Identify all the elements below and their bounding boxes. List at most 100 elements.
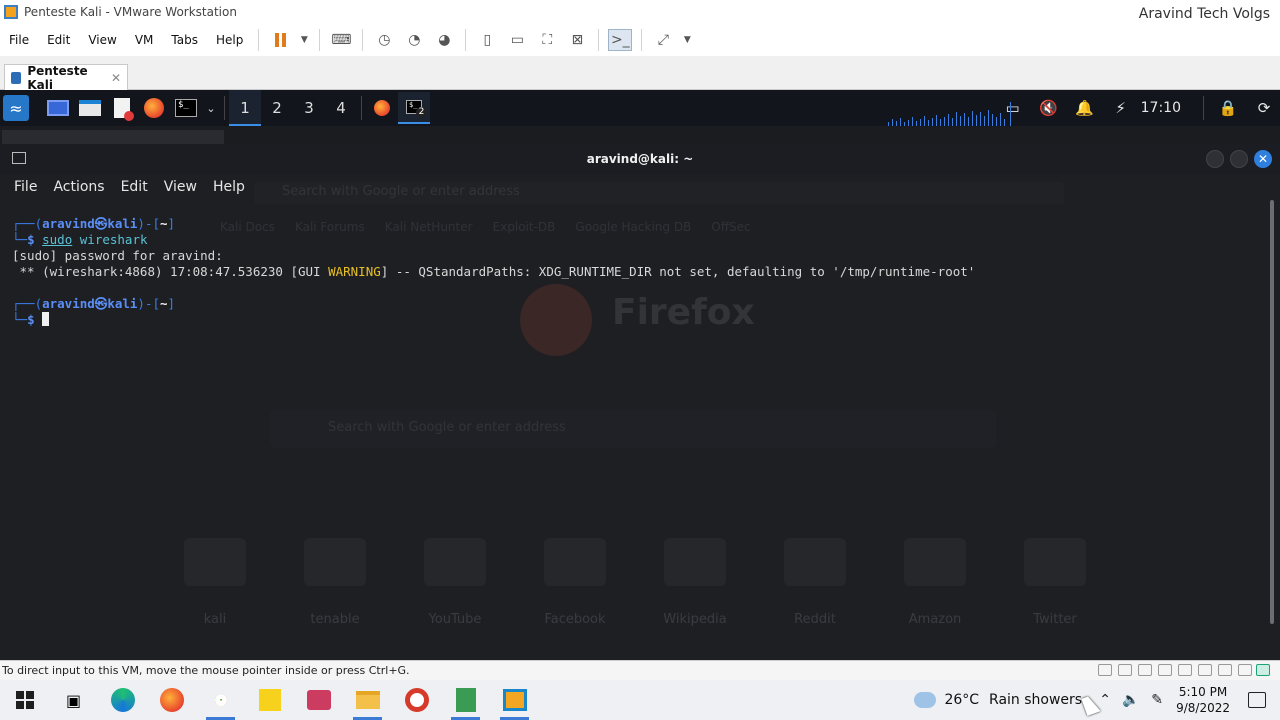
- workspace-2[interactable]: 2: [261, 90, 293, 126]
- kali-dragon-icon: ≈: [3, 95, 29, 121]
- pen-icon[interactable]: ✎: [1144, 692, 1170, 708]
- status-message: To direct input to this VM, move the mou…: [2, 664, 410, 677]
- file-manager-button[interactable]: [74, 92, 106, 124]
- close-window-icon[interactable]: ✕: [1254, 150, 1272, 168]
- firefox-launcher-button[interactable]: [138, 92, 170, 124]
- terminal-window[interactable]: aravind@kali: ~ ✕ File Actions Edit View…: [0, 144, 1280, 660]
- terminal-window-icon: [12, 152, 26, 164]
- menu-vm[interactable]: VM: [126, 33, 163, 47]
- workspace-4[interactable]: 4: [325, 90, 357, 126]
- workspace-3[interactable]: 3: [293, 90, 325, 126]
- lock-screen-icon[interactable]: 🔒: [1212, 99, 1244, 117]
- taskbar-clock[interactable]: 5:10 PM 9/8/2022: [1176, 684, 1230, 716]
- terminal-window-count: 2: [416, 107, 427, 118]
- volume-muted-icon[interactable]: 🔇: [1033, 99, 1065, 117]
- thumbnail-bar-icon[interactable]: ▭: [505, 29, 529, 51]
- weather-condition[interactable]: Rain showers: [989, 692, 1082, 708]
- text-editor-button[interactable]: [106, 92, 138, 124]
- terminal-menu-help[interactable]: Help: [205, 179, 253, 195]
- vmware-app-icon: [4, 5, 18, 19]
- menu-file[interactable]: File: [0, 33, 38, 47]
- stretch-dropdown-button[interactable]: ▼: [681, 29, 693, 51]
- speaker-icon[interactable]: 🔈: [1118, 692, 1144, 708]
- panel-separator: [1203, 96, 1204, 120]
- snapshot-icon[interactable]: ◷: [372, 29, 396, 51]
- prompt-user: aravind: [42, 216, 95, 231]
- network-adapter-icon[interactable]: [1138, 664, 1152, 676]
- taskbar-notepad[interactable]: [441, 680, 490, 720]
- taskbar-firefox[interactable]: [147, 680, 196, 720]
- edge-icon: [110, 688, 135, 712]
- cpu-graph: [888, 102, 1011, 126]
- taskbar-file-explorer[interactable]: [343, 680, 392, 720]
- snapshot-manager-icon[interactable]: ◕: [432, 29, 456, 51]
- terminal-titlebar[interactable]: aravind@kali: ~ ✕: [0, 144, 1280, 174]
- removable-device-icon[interactable]: [1238, 664, 1252, 676]
- hard-disk-icon[interactable]: [1098, 664, 1112, 676]
- logout-icon[interactable]: ⟳: [1248, 99, 1280, 117]
- menu-edit[interactable]: Edit: [38, 33, 79, 47]
- stretch-guest-icon[interactable]: ⤢: [651, 29, 675, 51]
- prompt-host: kali: [107, 216, 138, 231]
- firefox-icon: [374, 100, 390, 116]
- notification-bell-icon[interactable]: 🔔: [1069, 99, 1101, 117]
- show-desktop-button[interactable]: [42, 92, 74, 124]
- power-dropdown-button[interactable]: ▼: [298, 29, 310, 51]
- minimize-button[interactable]: [1206, 150, 1224, 168]
- close-tab-icon[interactable]: ✕: [111, 71, 121, 85]
- maximize-button[interactable]: [1230, 150, 1248, 168]
- terminal-menu-edit[interactable]: Edit: [113, 179, 156, 195]
- menu-view[interactable]: View: [79, 33, 125, 47]
- terminal-launcher-button[interactable]: $_: [170, 92, 202, 124]
- vmware-icon: [502, 689, 527, 711]
- revert-snapshot-icon[interactable]: ◔: [402, 29, 426, 51]
- terminal-menu-file[interactable]: File: [6, 179, 45, 195]
- taskbar-edge[interactable]: [98, 680, 147, 720]
- printer-icon[interactable]: [1178, 664, 1192, 676]
- message-log-icon[interactable]: [1256, 664, 1270, 676]
- channel-watermark: Aravind Tech Volgs: [1138, 6, 1270, 22]
- taskbar-firefox-window[interactable]: [366, 92, 398, 124]
- terminal-menu-view[interactable]: View: [156, 179, 205, 195]
- cd-dvd-icon[interactable]: [1118, 664, 1132, 676]
- panel-clock[interactable]: 17:10: [1141, 100, 1181, 116]
- terminal-dropdown-icon[interactable]: ⌄: [202, 92, 220, 124]
- usb-controller-icon[interactable]: [1158, 664, 1172, 676]
- terminal-output[interactable]: ┌──(aravind㉿kali)-[~] └─$ sudo wireshark…: [0, 216, 1264, 656]
- start-button[interactable]: [0, 680, 49, 720]
- taskbar-vmware[interactable]: [490, 680, 539, 720]
- weather-temperature[interactable]: 26°C: [944, 692, 979, 708]
- sound-card-icon[interactable]: [1198, 664, 1212, 676]
- menu-tabs[interactable]: Tabs: [162, 33, 207, 47]
- console-view-icon[interactable]: >_: [608, 29, 633, 51]
- full-screen-icon[interactable]: ⛶: [535, 29, 559, 51]
- kali-menu-button[interactable]: ≈: [0, 92, 32, 124]
- task-view-button[interactable]: ▣: [49, 680, 98, 720]
- display-device-icon[interactable]: [1218, 664, 1232, 676]
- send-ctrl-alt-del-icon[interactable]: ⌨: [329, 29, 353, 51]
- menu-help[interactable]: Help: [207, 33, 252, 47]
- weather-icon[interactable]: [914, 692, 937, 708]
- notification-center-icon[interactable]: [1248, 692, 1266, 708]
- prompt-line: ┌──(aravind㉿kali)-[~]: [12, 296, 176, 311]
- prompt-user: aravind: [42, 296, 95, 311]
- output-line-password: [sudo] password for aravind:: [12, 248, 223, 263]
- show-library-icon[interactable]: ▯: [475, 29, 499, 51]
- windows-logo-icon: [15, 691, 34, 709]
- taskbar-screen-recorder[interactable]: [392, 680, 441, 720]
- power-manager-icon[interactable]: ⚡: [1105, 99, 1137, 117]
- terminal-scrollbar[interactable]: [1270, 200, 1274, 624]
- terminal-menu-actions[interactable]: Actions: [45, 179, 112, 195]
- unity-icon[interactable]: ⊠: [565, 29, 589, 51]
- tab-penteste-kali[interactable]: Penteste Kali ✕: [4, 64, 128, 92]
- prompt-dir: ~: [160, 296, 168, 311]
- taskbar-sticky-notes[interactable]: [245, 680, 294, 720]
- taskbar-terminal-window[interactable]: $_ 2: [398, 92, 430, 124]
- taskbar-snipping-tool[interactable]: [294, 680, 343, 720]
- pause-icon: [274, 33, 286, 47]
- terminal-title: aravind@kali: ~: [586, 152, 694, 166]
- workspace-1[interactable]: 1: [229, 90, 261, 126]
- taskbar-chrome[interactable]: [196, 680, 245, 720]
- device-icons: [1098, 664, 1252, 676]
- pause-button[interactable]: [268, 29, 292, 51]
